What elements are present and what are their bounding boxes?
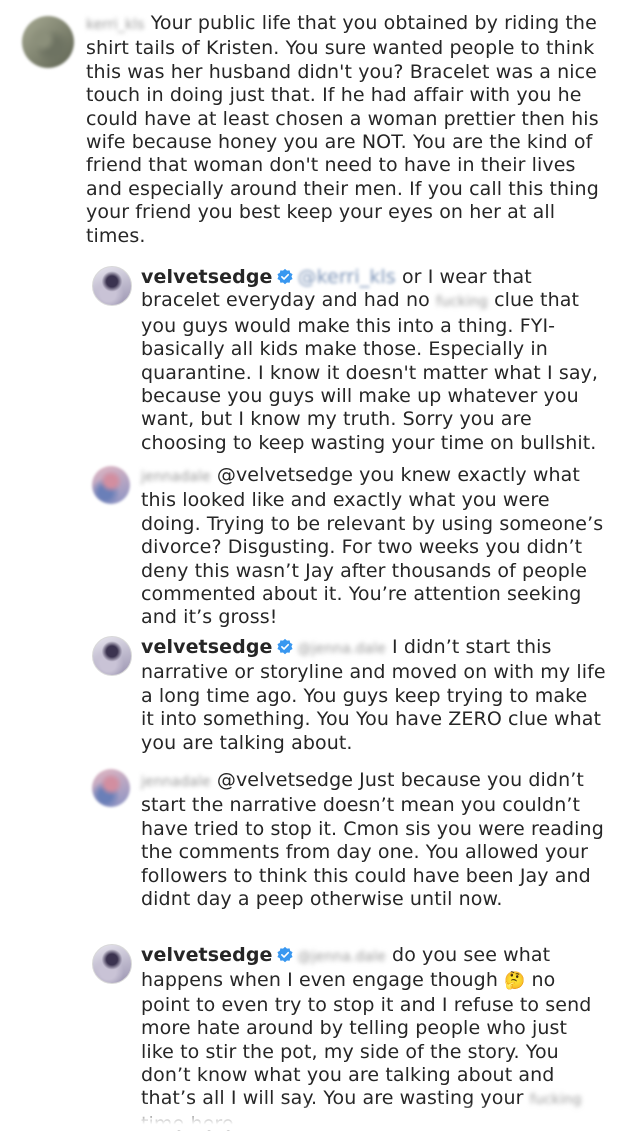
mention-blurred[interactable]: @jenna.dale bbox=[298, 946, 386, 969]
avatar[interactable] bbox=[92, 636, 132, 676]
comment-body: Your public life that you obtained by ri… bbox=[86, 12, 599, 247]
reply-comment: jennadale @velvetsedge you knew exactly … bbox=[0, 462, 620, 632]
avatar[interactable] bbox=[92, 769, 130, 807]
thinking-emoji-icon: 🤔 bbox=[504, 971, 526, 992]
avatar[interactable] bbox=[92, 266, 132, 306]
username[interactable]: velvetsedge bbox=[141, 636, 273, 658]
mention-link[interactable]: @kerri_kls bbox=[298, 266, 396, 288]
comment-text: jennadale @velvetsedge Just because you … bbox=[141, 769, 606, 911]
reply-comment: velvetsedge @kerri_kls or I wear that bra… bbox=[0, 262, 620, 455]
reply-comment: velvetsedge @jenna.dale I didn’t start th… bbox=[0, 632, 620, 757]
username[interactable]: velvetsedge bbox=[141, 266, 273, 288]
comment-text: velvetsedge @kerri_kls or I wear that bra… bbox=[141, 266, 606, 455]
verified-badge-icon bbox=[276, 268, 293, 285]
username[interactable]: velvetsedge bbox=[141, 944, 273, 966]
comment-body-cont: clue that you guys would make this into … bbox=[141, 289, 599, 454]
avatar[interactable] bbox=[22, 16, 74, 68]
censored-word: fucking bbox=[435, 294, 488, 311]
reply-comment: jennadale @velvetsedge Just because you … bbox=[0, 765, 620, 935]
avatar[interactable] bbox=[92, 466, 130, 504]
avatar[interactable] bbox=[92, 944, 132, 984]
comment-text: jennadale @velvetsedge you knew exactly … bbox=[141, 464, 606, 630]
verified-badge-icon bbox=[276, 946, 293, 963]
comment-text: kerri_kls Your public life that you obta… bbox=[86, 12, 606, 248]
username-blurred[interactable]: kerri_kls bbox=[86, 17, 145, 33]
username-blurred[interactable]: jennadale bbox=[141, 774, 211, 790]
comment-body: @velvetsedge Just because you didn’t sta… bbox=[141, 769, 604, 911]
verified-badge-icon bbox=[276, 638, 293, 655]
username-blurred[interactable]: jennadale bbox=[141, 469, 211, 485]
comment-body: @velvetsedge you knew exactly what this … bbox=[141, 464, 604, 629]
comment-text: velvetsedge @jenna.dale I didn’t start th… bbox=[141, 636, 606, 755]
comment-top-level: kerri_kls Your public life that you obta… bbox=[0, 0, 620, 250]
comment-thread: kerri_kls Your public life that you obta… bbox=[0, 0, 620, 1135]
mention-blurred[interactable]: @jenna.dale bbox=[298, 638, 386, 661]
bottom-fade bbox=[0, 1102, 620, 1130]
